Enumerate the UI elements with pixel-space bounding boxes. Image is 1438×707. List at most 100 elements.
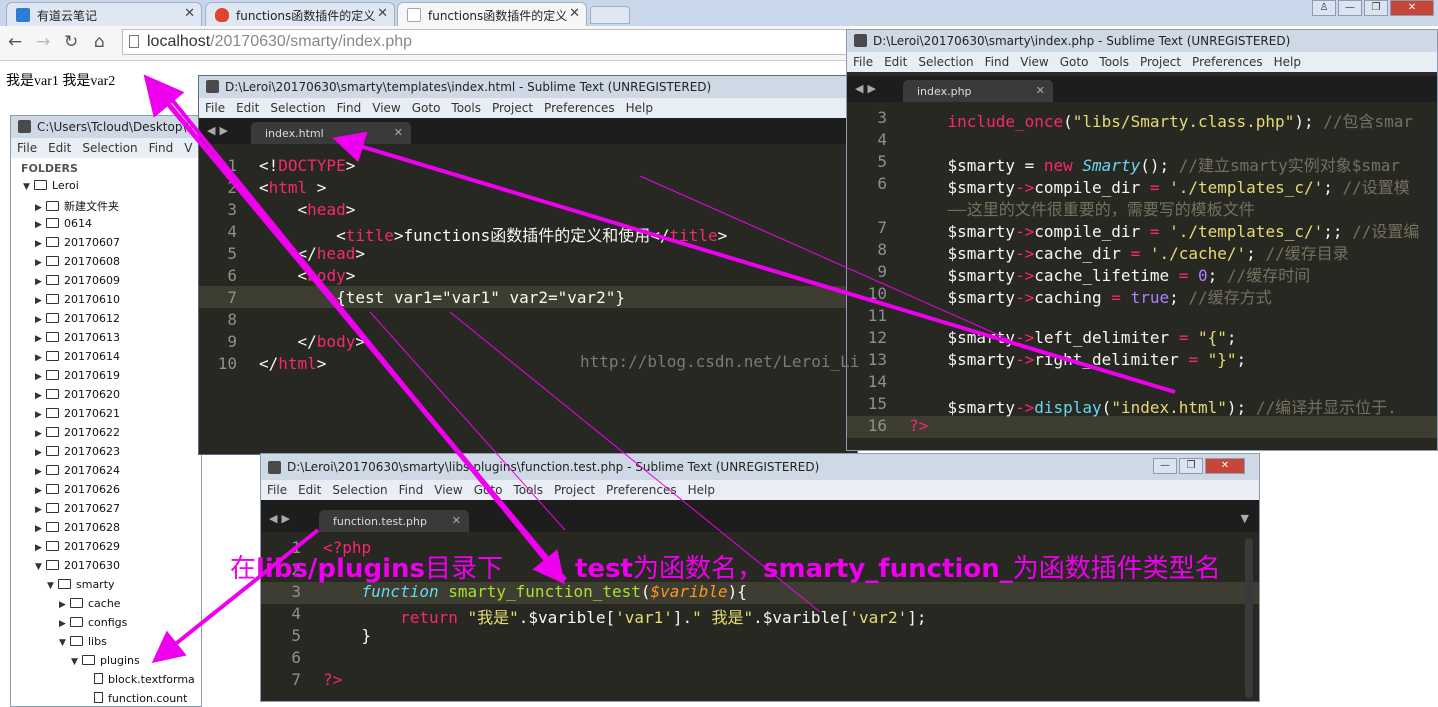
folder-item[interactable]: ▶ 0614 <box>35 217 92 230</box>
menu-preferences[interactable]: Preferences <box>544 101 615 115</box>
user-icon[interactable]: ♙ <box>1312 0 1336 16</box>
menu-find[interactable]: Find <box>337 101 362 115</box>
chevron-right-icon[interactable]: ▶ <box>35 277 46 287</box>
menu-tools[interactable]: Tools <box>513 483 543 497</box>
folder-item[interactable]: ▶ 20170622 <box>35 426 120 439</box>
forward-arrow-icon[interactable]: → <box>36 32 50 52</box>
folder-item[interactable]: ▼ plugins <box>71 654 140 667</box>
folder-item[interactable]: ▶ 20170614 <box>35 350 120 363</box>
browser-tab-youdao[interactable]: 有道云笔记 ✕ <box>6 2 202 26</box>
chevron-right-icon[interactable]: ▶ <box>59 619 70 629</box>
chevron-right-icon[interactable]: ▶ <box>35 410 46 420</box>
folder-item[interactable]: ▶ 20170608 <box>35 255 120 268</box>
home-icon[interactable]: ⌂ <box>94 32 105 52</box>
menu-goto[interactable]: Goto <box>1060 55 1089 69</box>
folder-item[interactable]: ▶ 新建文件夹 <box>35 198 119 214</box>
browser-tab-current[interactable]: functions函数插件的定义 ✕ <box>397 2 587 26</box>
chevron-right-icon[interactable]: ▶ <box>35 220 46 230</box>
menu-preferences[interactable]: Preferences <box>606 483 677 497</box>
folder-item[interactable]: ▶ 20170627 <box>35 502 120 515</box>
chevron-right-icon[interactable]: ▶ <box>35 391 46 401</box>
chevron-right-icon[interactable]: ▶ <box>35 203 46 213</box>
menu-view[interactable]: View <box>1020 55 1048 69</box>
new-tab-button[interactable] <box>590 6 630 24</box>
folder-item[interactable]: ▶ 20170610 <box>35 293 120 306</box>
chevron-right-icon[interactable]: ▶ <box>35 315 46 325</box>
close-icon[interactable]: ✕ <box>452 514 461 527</box>
tab-index-php[interactable]: index.php ✕ <box>903 80 1053 102</box>
chevron-right-icon[interactable]: ▶ <box>35 258 46 268</box>
folder-item[interactable]: ▼ Leroi <box>23 179 79 192</box>
chevron-right-icon[interactable]: ▶ <box>35 429 46 439</box>
chevron-down-icon[interactable]: ▼ <box>59 638 70 648</box>
chevron-right-icon[interactable]: ▶ <box>35 334 46 344</box>
folder-item[interactable]: ▶ 20170621 <box>35 407 120 420</box>
address-bar[interactable]: localhost/20170630/smarty/index.php <box>122 29 850 55</box>
chevron-right-icon[interactable]: ▶ <box>35 524 46 534</box>
file-item[interactable]: function.count <box>83 692 187 705</box>
tab-index-html[interactable]: index.html ✕ <box>251 122 411 144</box>
restore-button[interactable]: ❐ <box>1364 0 1388 16</box>
folder-item[interactable]: ▶ configs <box>59 616 127 629</box>
folder-item[interactable]: ▶ 20170619 <box>35 369 120 382</box>
close-window-button[interactable]: ✕ <box>1205 458 1245 474</box>
tab-dropdown-icon[interactable]: ▼ <box>1241 512 1249 525</box>
chevron-right-icon[interactable]: ▶ <box>35 296 46 306</box>
menu-help[interactable]: Help <box>1274 55 1301 69</box>
menu-tools[interactable]: Tools <box>451 101 481 115</box>
close-icon[interactable]: ✕ <box>184 6 195 21</box>
browser-tab-csdn[interactable]: functions函数插件的定义 ✕ <box>205 2 395 26</box>
menu-find[interactable]: Find <box>985 55 1010 69</box>
close-icon[interactable]: ✕ <box>569 6 580 21</box>
menu-file[interactable]: File <box>205 101 225 115</box>
folder-item[interactable]: ▶ cache <box>59 597 121 610</box>
restore-button[interactable]: ❐ <box>1179 458 1203 474</box>
chevron-down-icon[interactable]: ▼ <box>35 562 46 572</box>
chevron-right-icon[interactable]: ▶ <box>35 467 46 477</box>
menu-edit[interactable]: Edit <box>48 141 71 155</box>
code-area[interactable]: 3 4 5 6 7 8 9 10 11 12 13 14 15 16 include_once("libs… <box>847 102 1437 450</box>
minimize-button[interactable]: — <box>1153 458 1177 474</box>
chevron-right-icon[interactable]: ▶ <box>35 448 46 458</box>
chevron-right-icon[interactable]: ▶ <box>59 600 70 610</box>
menu-project[interactable]: Project <box>1140 55 1181 69</box>
menu-file[interactable]: File <box>267 483 287 497</box>
chevron-right-icon[interactable]: ▶ <box>35 486 46 496</box>
reload-icon[interactable]: ↻ <box>64 32 78 52</box>
folder-item[interactable]: ▼ libs <box>59 635 107 648</box>
menu-selection[interactable]: Selection <box>332 483 387 497</box>
chevron-right-icon[interactable]: ▶ <box>35 353 46 363</box>
folder-item[interactable]: ▼ 20170630 <box>35 559 120 572</box>
folder-item[interactable]: ▶ 20170629 <box>35 540 120 553</box>
tab-scroll-arrows-icon[interactable]: ◀▶ <box>855 82 880 95</box>
folder-item[interactable]: ▶ 20170612 <box>35 312 120 325</box>
close-icon[interactable]: ✕ <box>377 6 388 21</box>
chevron-right-icon[interactable]: ▶ <box>35 239 46 249</box>
folder-item[interactable]: ▶ 20170613 <box>35 331 120 344</box>
menu-tools[interactable]: Tools <box>1099 55 1129 69</box>
folder-item[interactable]: ▶ 20170607 <box>35 236 120 249</box>
folder-item[interactable]: ▶ 20170623 <box>35 445 120 458</box>
menu-find[interactable]: Find <box>149 141 174 155</box>
code-area[interactable]: 1 2 3 4 5 6 7 8 9 10 <!DOCTYPE> <html > <head> <t… <box>199 144 857 454</box>
menu-project[interactable]: Project <box>554 483 595 497</box>
menu-file[interactable]: File <box>853 55 873 69</box>
menu-goto[interactable]: Goto <box>412 101 441 115</box>
menu-file[interactable]: File <box>17 141 37 155</box>
menu-view[interactable]: View <box>434 483 462 497</box>
file-item[interactable]: block.textforma <box>83 673 195 686</box>
chevron-down-icon[interactable]: ▼ <box>23 182 34 192</box>
minimize-button[interactable]: — <box>1338 0 1362 16</box>
close-icon[interactable]: ✕ <box>1036 84 1045 97</box>
menu-help[interactable]: Help <box>626 101 653 115</box>
scrollbar[interactable] <box>1245 538 1253 698</box>
menu-edit[interactable]: Edit <box>236 101 259 115</box>
folder-item[interactable]: ▶ 20170609 <box>35 274 120 287</box>
folder-item[interactable]: ▼ smarty <box>47 578 115 591</box>
menu-project[interactable]: Project <box>492 101 533 115</box>
menu-goto[interactable]: Goto <box>474 483 503 497</box>
menu-edit[interactable]: Edit <box>884 55 907 69</box>
menu-find[interactable]: Find <box>399 483 424 497</box>
close-window-button[interactable]: ✕ <box>1390 0 1434 16</box>
tab-function-test-php[interactable]: function.test.php ✕ <box>319 510 469 532</box>
